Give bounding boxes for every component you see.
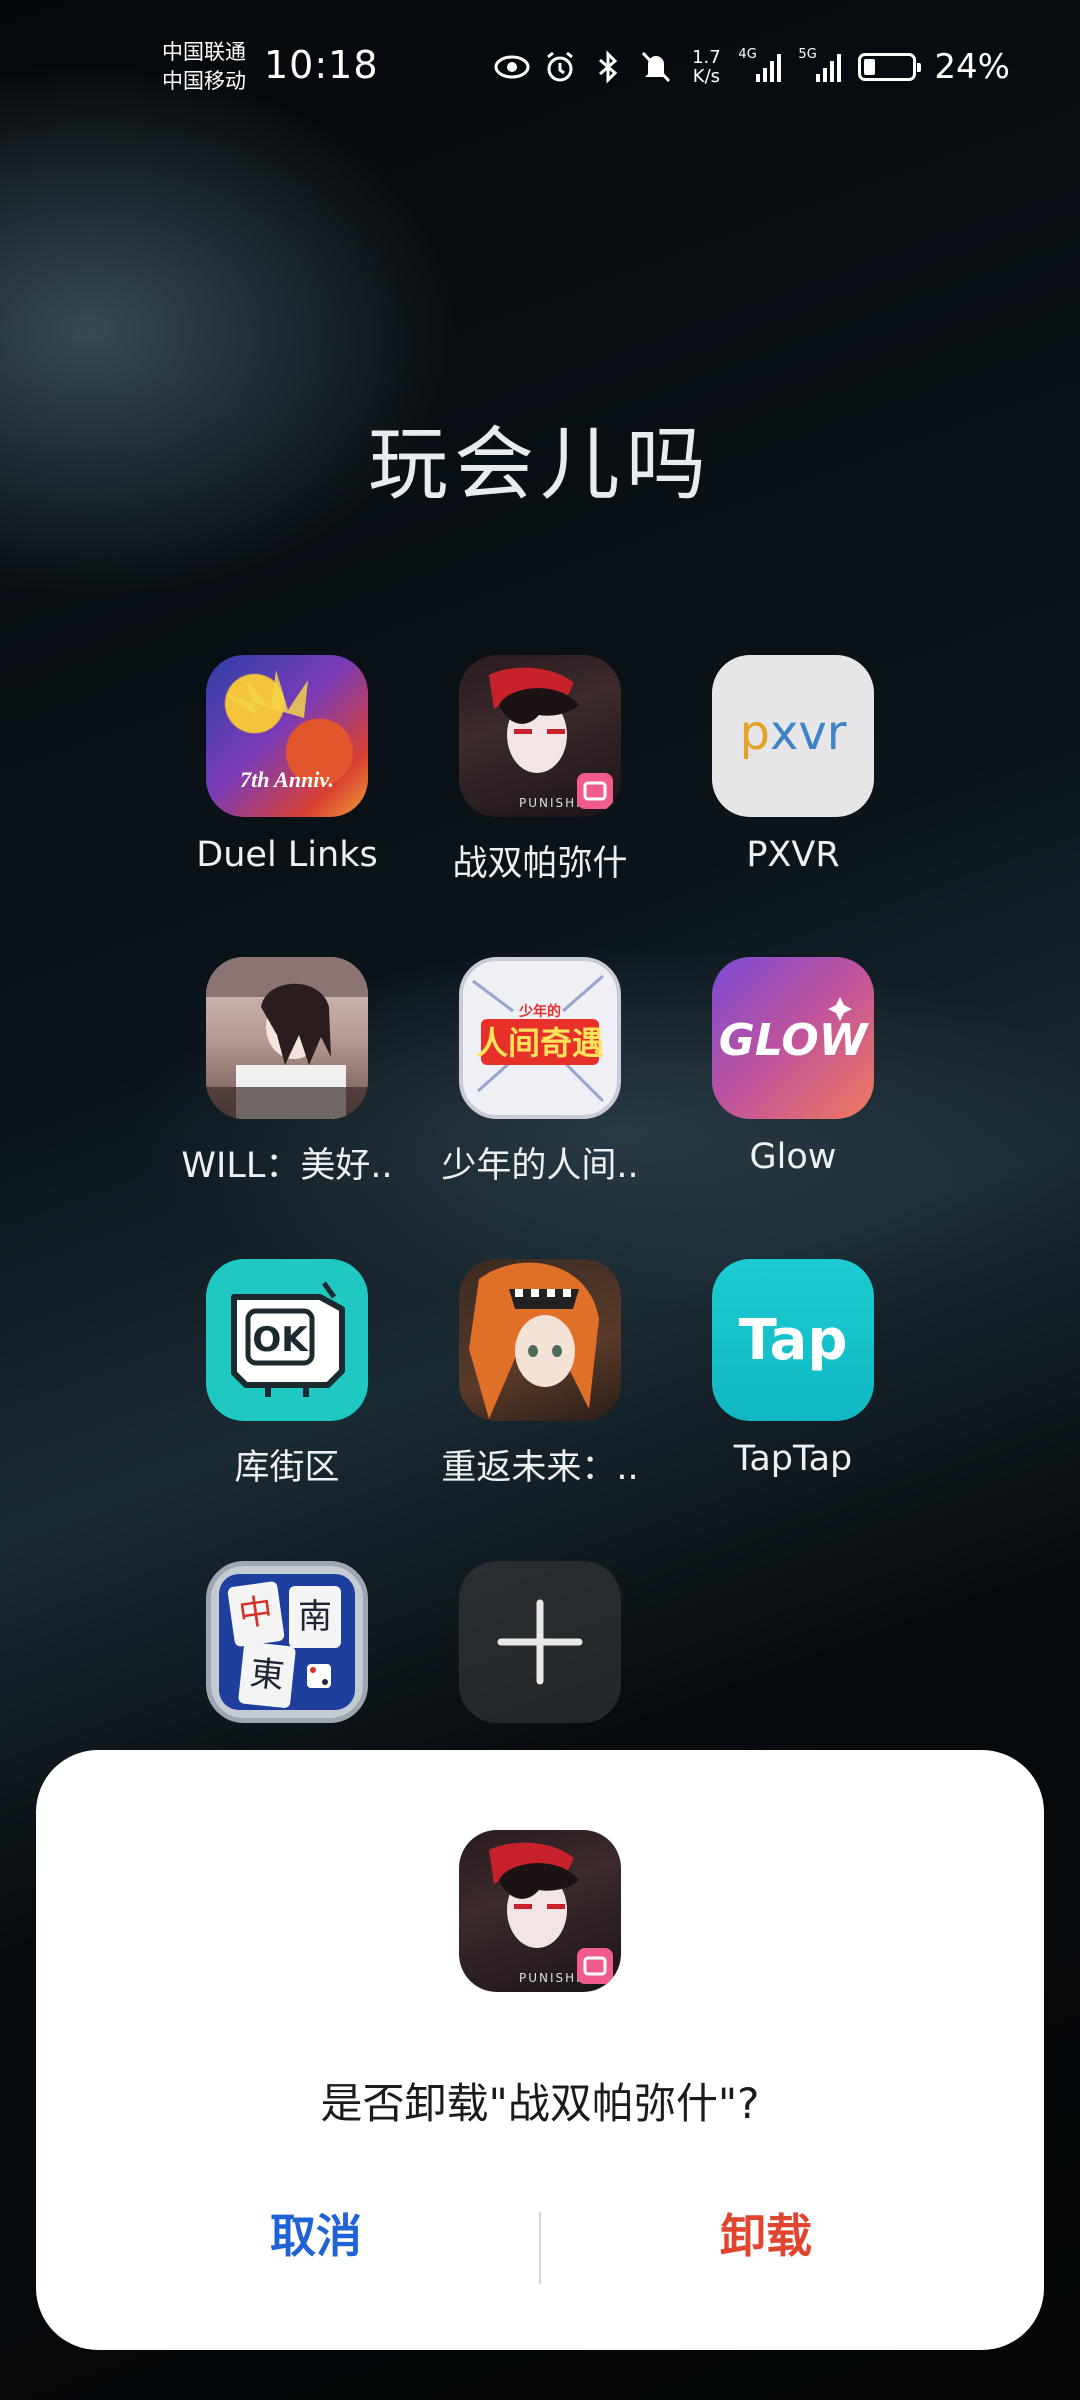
svg-text:Tap: Tap: [739, 1308, 848, 1373]
app-label: TapTap: [733, 1439, 853, 1479]
battery-icon: [858, 53, 922, 81]
svg-text:少年的: 少年的: [518, 1003, 561, 1020]
svg-text:東: 東: [248, 1653, 286, 1696]
app-label: 重返未来：..: [441, 1448, 639, 1488]
battery-percent: 24%: [934, 47, 1010, 87]
status-bar: 中国联通 中国移动 10:18 1.7 K/s 4G 5G 24%: [0, 0, 1080, 140]
app-label: 库街区: [234, 1448, 340, 1488]
app-will[interactable]: WILL：美好..: [162, 957, 412, 1188]
app-glow[interactable]: GLOW Glow: [668, 957, 918, 1177]
will-game-icon: [206, 957, 368, 1119]
pxvr-icon: pxvr: [712, 655, 874, 817]
cancel-button[interactable]: 取消: [86, 2200, 546, 2266]
app-duel-links[interactable]: 7th Anniv. Duel Links: [162, 655, 412, 875]
svg-text:中: 中: [236, 1591, 275, 1635]
carrier-2: 中国移动: [162, 69, 246, 93]
svg-text:人间奇遇: 人间奇遇: [476, 1024, 604, 1062]
add-icon: [459, 1561, 621, 1723]
glow-icon: GLOW: [712, 957, 874, 1119]
app-label: Glow: [749, 1137, 837, 1177]
app-label: Duel Links: [196, 835, 378, 875]
app-reverse-1999[interactable]: 重返未来：..: [415, 1259, 665, 1490]
duel-links-icon: 7th Anniv.: [206, 655, 368, 817]
folder-title: 玩会儿吗: [368, 418, 712, 511]
network-speed: 1.7 K/s: [692, 47, 721, 87]
app-label: WILL：美好..: [181, 1146, 393, 1186]
status-icons: 1.7 K/s 4G 5G 24%: [494, 42, 1010, 92]
app-label: 少年的人间..: [441, 1146, 639, 1186]
signal-5g-icon: 5G: [798, 47, 846, 85]
svg-text:pxvr: pxvr: [739, 705, 846, 761]
taptap-icon: Tap: [712, 1259, 874, 1421]
uninstall-question: 是否卸载"战双帕弥什"?: [320, 2079, 760, 2128]
reverse-1999-icon: [459, 1259, 621, 1421]
app-pxvr[interactable]: pxvr PXVR: [668, 655, 918, 875]
mute-bell-icon: [638, 49, 674, 85]
alarm-icon: [542, 49, 578, 85]
svg-text:GLOW: GLOW: [719, 1015, 870, 1066]
app-zhan-shuang-pa-mi-shi[interactable]: PUNISHI 战双帕弥什: [415, 655, 665, 886]
app-taptap[interactable]: Tap TapTap: [668, 1259, 918, 1479]
signal-4g-icon: 4G: [738, 47, 786, 85]
svg-text:7th Anniv.: 7th Anniv.: [240, 767, 334, 792]
app-kujiequ[interactable]: OK 库街区: [162, 1259, 412, 1490]
mahjong-icon: 中南東: [206, 1561, 368, 1723]
svg-text:PUNISHI: PUNISHI: [519, 796, 582, 810]
carrier-1: 中国联通: [162, 40, 246, 64]
bluetooth-icon: [590, 49, 626, 85]
punishing-gray-raven-icon: PUNISHI: [459, 1830, 621, 1992]
svg-text:OK: OK: [252, 1320, 309, 1360]
app-label: PXVR: [746, 835, 840, 875]
punishing-gray-raven-icon: PUNISHI: [459, 655, 621, 817]
kujiequ-icon: OK: [206, 1259, 368, 1421]
uninstall-button[interactable]: 卸载: [536, 2200, 996, 2266]
svg-text:PUNISHI: PUNISHI: [519, 1971, 582, 1985]
carrier-info: 中国联通 中国移动: [162, 38, 246, 96]
clock: 10:18: [264, 43, 379, 87]
app-label: 战双帕弥什: [452, 844, 628, 884]
svg-text:南: 南: [298, 1597, 332, 1637]
app-shaonian-renjian[interactable]: 人间奇遇 少年的 少年的人间..: [415, 957, 665, 1188]
uninstall-dialog: PUNISHI 是否卸载"战双帕弥什"? 取消 卸载: [36, 1750, 1044, 2350]
shaonian-renjian-icon: 人间奇遇 少年的: [459, 957, 621, 1119]
eye-comfort-icon: [494, 49, 530, 85]
